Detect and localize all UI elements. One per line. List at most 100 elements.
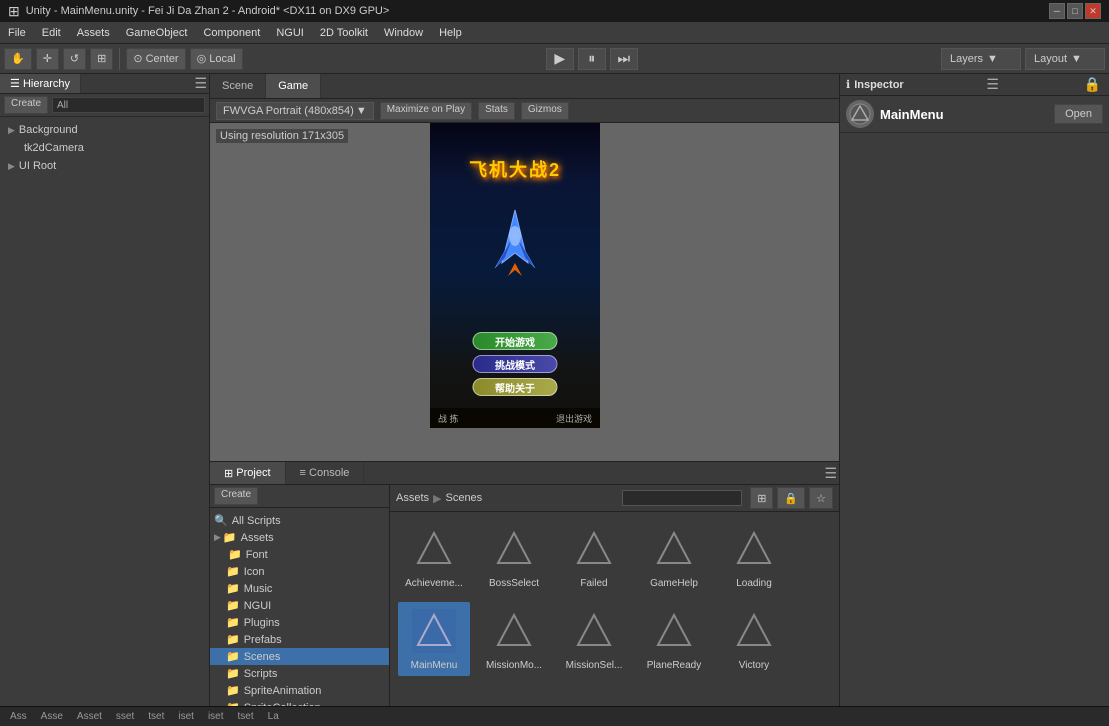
asset-item-missionmo[interactable]: MissionMo... xyxy=(478,602,550,676)
bottom-panel-menu-btn[interactable]: ☰ xyxy=(822,465,839,482)
ptree-all-scripts[interactable]: 🔍 All Scripts xyxy=(210,512,389,529)
pause-button[interactable]: ⏸ xyxy=(578,48,606,70)
scene-tab[interactable]: Scene xyxy=(210,74,266,98)
folder-icon: 📁 xyxy=(226,582,240,595)
asset-item-victory[interactable]: Victory xyxy=(718,602,790,676)
ptree-music[interactable]: 📁 Music xyxy=(210,580,389,597)
status-bar: Ass Asse Asset sset tset iset iset tset … xyxy=(0,706,1109,726)
ptree-prefabs[interactable]: 📁 Prefabs xyxy=(210,631,389,648)
play-button[interactable]: ▶ xyxy=(546,48,574,70)
asset-item-mainmenu[interactable]: MainMenu xyxy=(398,602,470,676)
ptree-scripts[interactable]: 📁 Scripts xyxy=(210,665,389,682)
tool-scale[interactable]: ⊞ xyxy=(90,48,113,70)
menu-edit[interactable]: Edit xyxy=(34,22,69,44)
breadcrumb-scenes[interactable]: Scenes xyxy=(445,492,482,504)
hierarchy-create-btn[interactable]: Create xyxy=(4,96,48,114)
status-sset[interactable]: sset xyxy=(112,711,138,722)
local-toggle[interactable]: ◎ Local xyxy=(190,48,243,70)
expand-arrow: ▶ xyxy=(8,161,15,172)
console-tab[interactable]: ≡ Console xyxy=(286,462,365,484)
inspector-icon: ℹ xyxy=(846,78,850,91)
maximize-button[interactable]: □ xyxy=(1067,3,1083,19)
step-button[interactable]: ⏭ xyxy=(610,48,638,70)
menu-assets[interactable]: Assets xyxy=(69,22,118,44)
ptree-scenes[interactable]: 📁 Scenes xyxy=(210,648,389,665)
menu-2dtoolkit[interactable]: 2D Toolkit xyxy=(312,22,376,44)
asset-item-achieveme[interactable]: Achieveme... xyxy=(398,520,470,594)
tool-move[interactable]: ✛ xyxy=(36,48,59,70)
inspector-lock-btn[interactable]: 🔒 xyxy=(1082,76,1103,93)
menu-help[interactable]: Help xyxy=(431,22,470,44)
project-tab[interactable]: ⊞ Project xyxy=(210,462,286,484)
ptree-font[interactable]: 📁 Font xyxy=(210,546,389,563)
menu-component[interactable]: Component xyxy=(195,22,268,44)
asset-item-gamehelp[interactable]: GameHelp xyxy=(638,520,710,594)
expand-arrow: ▶ xyxy=(214,532,221,543)
status-iset2[interactable]: iset xyxy=(204,711,228,722)
status-iset[interactable]: iset xyxy=(174,711,198,722)
asset-item-bossselect[interactable]: BossSelect xyxy=(478,520,550,594)
folder-icon: 📁 xyxy=(228,548,242,561)
menu-gameobject[interactable]: GameObject xyxy=(118,22,196,44)
asset-label: Achieveme... xyxy=(405,578,463,590)
ptree-sprite-collection[interactable]: 📁 SpriteCollection xyxy=(210,699,389,706)
hierarchy-search[interactable]: All xyxy=(52,97,205,113)
status-assets[interactable]: Ass xyxy=(6,711,31,722)
asset-item-missionsel[interactable]: MissionSel... xyxy=(558,602,630,676)
game-tab[interactable]: Game xyxy=(266,74,321,98)
unity-scene-icon xyxy=(409,606,459,656)
status-asse[interactable]: Asse xyxy=(37,711,67,722)
hierarchy-menu-btn[interactable]: ☰ xyxy=(192,74,209,93)
ptree-sprite-anim[interactable]: 📁 SpriteAnimation xyxy=(210,682,389,699)
project-create-btn[interactable]: Create xyxy=(214,487,258,505)
stats-btn[interactable]: Stats xyxy=(478,102,515,120)
inspector-open-btn[interactable]: Open xyxy=(1054,104,1103,124)
folder-icon: 📁 xyxy=(226,667,240,680)
tool-hand[interactable]: ✋ xyxy=(4,48,32,70)
hierarchy-panel: ☰ Hierarchy ☰ Create All ▶ Background xyxy=(0,74,210,706)
maximize-on-play-btn[interactable]: Maximize on Play xyxy=(380,102,472,120)
assets-search-input[interactable] xyxy=(622,490,742,506)
ptree-icon[interactable]: 📁 Icon xyxy=(210,563,389,580)
menu-window[interactable]: Window xyxy=(376,22,431,44)
center-icon: ⊙ xyxy=(133,52,142,65)
gizmos-btn[interactable]: Gizmos xyxy=(521,102,569,120)
status-la[interactable]: La xyxy=(264,711,283,722)
ptree-plugins[interactable]: 📁 Plugins xyxy=(210,614,389,631)
menu-ngui[interactable]: NGUI xyxy=(268,22,312,44)
close-button[interactable]: ✕ xyxy=(1085,3,1101,19)
assets-lock-btn[interactable]: 🔒 xyxy=(777,487,805,509)
ptree-ngui[interactable]: 📁 NGUI xyxy=(210,597,389,614)
hierarchy-tab[interactable]: ☰ Hierarchy xyxy=(0,74,81,93)
tool-rotate[interactable]: ↺ xyxy=(63,48,86,70)
center-toggle[interactable]: ⊙ Center xyxy=(126,48,185,70)
project-toolbar: Create xyxy=(210,485,389,508)
spaceship xyxy=(490,208,540,281)
center-top: Scene Game FWVGA Portrait (480x854) ▼ Ma… xyxy=(210,74,839,461)
status-asset[interactable]: Asset xyxy=(73,711,106,722)
layout-dropdown[interactable]: Layout ▼ xyxy=(1025,48,1105,70)
menu-file[interactable]: File xyxy=(0,22,34,44)
asset-item-planeready[interactable]: PlaneReady xyxy=(638,602,710,676)
asset-item-failed[interactable]: Failed xyxy=(558,520,630,594)
inspector-menu-btn[interactable]: ☰ xyxy=(984,76,1001,93)
hierarchy-item-background[interactable]: ▶ Background xyxy=(0,121,209,139)
breadcrumb-assets[interactable]: Assets xyxy=(396,492,429,504)
asset-item-loading[interactable]: Loading xyxy=(718,520,790,594)
ptree-assets[interactable]: ▶ 📁 Assets xyxy=(210,529,389,546)
app-icon: ⊞ xyxy=(8,3,20,20)
title-bar: ⊞ Unity - MainMenu.unity - Fei Ji Da Zha… xyxy=(0,0,1109,22)
asset-label: Failed xyxy=(580,578,607,590)
hierarchy-item-uiroot[interactable]: ▶ UI Root xyxy=(0,157,209,175)
window-controls: ─ □ ✕ xyxy=(1049,3,1101,19)
status-tset[interactable]: tset xyxy=(144,711,168,722)
hierarchy-item-tk2dcamera[interactable]: tk2dCamera xyxy=(0,139,209,157)
inspector-panel: ℹ Inspector ☰ 🔒 MainMenu Open xyxy=(839,74,1109,706)
project-left-panel: Create 🔍 All Scripts ▶ 📁 Assets xyxy=(210,485,390,706)
layers-dropdown[interactable]: Layers ▼ xyxy=(941,48,1021,70)
assets-star-btn[interactable]: ☆ xyxy=(809,487,833,509)
resolution-dropdown[interactable]: FWVGA Portrait (480x854) ▼ xyxy=(216,102,374,120)
assets-filter-btn[interactable]: ⊞ xyxy=(750,487,773,509)
status-tset2[interactable]: tset xyxy=(234,711,258,722)
minimize-button[interactable]: ─ xyxy=(1049,3,1065,19)
